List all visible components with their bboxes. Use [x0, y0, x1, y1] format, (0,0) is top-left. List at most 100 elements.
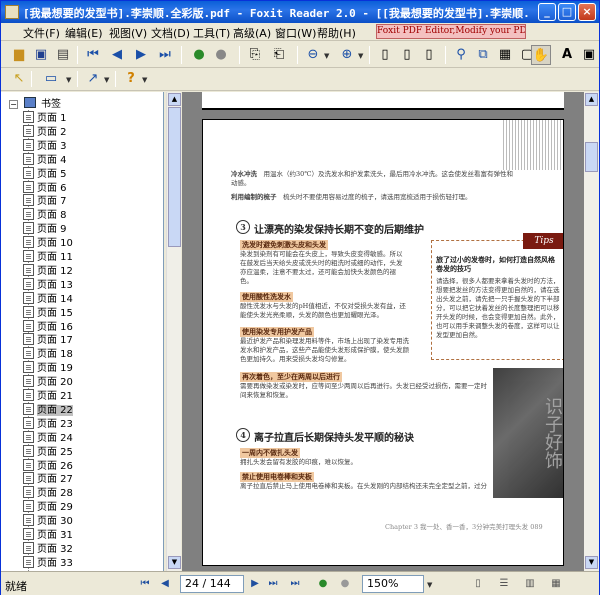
bookmark-item[interactable]: 页面 30 — [23, 512, 73, 527]
bookmark-scrollbar[interactable]: ▲ ▼ — [166, 92, 181, 571]
scroll-up-icon[interactable]: ▲ — [168, 93, 181, 106]
bookmark-item[interactable]: 页面 27 — [23, 470, 73, 485]
bookmark-item[interactable]: 页面 25 — [23, 443, 73, 458]
bookmark-item[interactable]: 页面 18 — [23, 345, 73, 360]
bookmark-item[interactable]: 页面 8 — [23, 206, 67, 221]
zoom-in-icon[interactable]: ⊕ — [337, 45, 357, 65]
bookmark-item[interactable]: 页面 12 — [23, 262, 73, 277]
collapse-icon[interactable]: − — [9, 100, 18, 109]
bookmark-item[interactable]: 页面 3 — [23, 137, 67, 152]
text-select-icon[interactable]: A — [557, 45, 577, 65]
menu-view[interactable]: 视图(V) — [109, 25, 147, 41]
arrow-dropdown-icon[interactable]: ▼ — [104, 76, 109, 84]
bookmark-item[interactable]: 页面 31 — [23, 526, 73, 541]
document-view[interactable]: 冷水冲洗 用温水（约30℃）及洗发水和护发素洗头，最后用冷水冲洗。这会使发丝看富… — [182, 92, 584, 571]
facing-page-icon[interactable]: ▯ — [419, 45, 439, 65]
prev-page-icon[interactable]: ◀ — [107, 45, 127, 65]
find-icon[interactable]: ⚲ — [451, 45, 471, 65]
view-continuous-icon[interactable]: ☰ — [497, 576, 511, 592]
zoom-tool-icon[interactable]: ▣ — [579, 45, 599, 65]
bookmark-item[interactable]: 页面 10 — [23, 234, 73, 249]
bookmark-item[interactable]: 页面 24 — [23, 429, 73, 444]
status-first-page-icon[interactable]: ⏮ — [138, 576, 152, 592]
bookmark-item[interactable]: 页面 19 — [23, 359, 73, 374]
bookmark-item[interactable]: 页面 22 — [23, 401, 73, 416]
bookmark-item[interactable]: 页面 14 — [23, 290, 73, 305]
bookmark-item[interactable]: 页面 21 — [23, 387, 73, 402]
status-last-icon[interactable]: ⏭ — [288, 576, 302, 592]
rotate-left-icon[interactable]: ⎘ — [245, 45, 265, 65]
status-next-page-icon[interactable]: ▶ — [248, 576, 262, 592]
doc-scroll-down-icon[interactable]: ▼ — [585, 556, 598, 569]
arrow-tool-icon[interactable]: ↗ — [83, 69, 103, 89]
rotate-right-icon[interactable]: ⎗ — [269, 45, 289, 65]
menu-help[interactable]: 帮助(H) — [317, 25, 356, 41]
maximize-button[interactable]: □ — [558, 3, 576, 21]
bookmark-item[interactable]: 页面 15 — [23, 304, 73, 319]
bookmark-item[interactable]: 页面 5 — [23, 165, 67, 180]
status-forward-icon[interactable]: ● — [338, 576, 352, 592]
menu-edit[interactable]: 编辑(E) — [65, 25, 103, 41]
doc-scroll-up-icon[interactable]: ▲ — [585, 93, 598, 106]
bookmark-item[interactable]: 页面 11 — [23, 248, 73, 263]
minimize-button[interactable]: _ — [538, 3, 556, 21]
help-dropdown-icon[interactable]: ▼ — [142, 76, 147, 84]
menu-document[interactable]: 文档(D) — [151, 25, 190, 41]
last-page-icon[interactable]: ⏭ — [155, 45, 175, 65]
view-single-icon[interactable]: ▯ — [471, 576, 485, 592]
help-icon[interactable]: ? — [121, 69, 141, 89]
bookmark-item[interactable]: 页面 17 — [23, 331, 73, 346]
form-dropdown-icon[interactable]: ▼ — [66, 76, 71, 84]
document-scrollbar[interactable]: ▲ ▼ — [584, 92, 599, 571]
bookmark-scroll-thumb[interactable] — [168, 107, 181, 247]
bookmark-item[interactable]: 页面 9 — [23, 220, 67, 235]
bookmark-item[interactable]: 页面 1 — [23, 109, 67, 124]
continuous-page-icon[interactable]: ▯ — [397, 45, 417, 65]
print-icon[interactable]: ▤ — [53, 45, 73, 65]
scroll-down-icon[interactable]: ▼ — [168, 556, 181, 569]
title-bar[interactable]: [我最想要的发型书].李崇顺.全彩版.pdf - Foxit Reader 2.… — [1, 1, 599, 23]
zoom-field[interactable]: 150% — [362, 575, 424, 593]
bookmark-item[interactable]: 页面 4 — [23, 151, 67, 166]
view-facing-icon[interactable]: ▥ — [523, 576, 537, 592]
status-last-page-icon[interactable]: ⏭ — [266, 576, 280, 592]
status-prev-page-icon[interactable]: ◀ — [158, 576, 172, 592]
bookmark-item[interactable]: 页面 23 — [23, 415, 73, 430]
save-icon[interactable]: ▣ — [31, 45, 51, 65]
page-number-field[interactable]: 24 / 144 — [180, 575, 244, 593]
bookmark-item[interactable]: 页面 13 — [23, 276, 73, 291]
zoom-out-icon[interactable]: ⊖ — [303, 45, 323, 65]
bookmark-item[interactable]: 页面 2 — [23, 123, 67, 138]
bookmark-item[interactable]: 页面 28 — [23, 484, 73, 499]
open-icon[interactable]: ▆ — [9, 45, 29, 65]
menu-tools[interactable]: 工具(T) — [193, 25, 230, 41]
bookmark-root[interactable]: − 书签 — [9, 95, 61, 110]
form-field-icon[interactable]: ▭ — [37, 69, 65, 89]
zoom-dropdown-icon[interactable]: ▼ — [427, 581, 432, 589]
next-page-icon[interactable]: ▶ — [131, 45, 151, 65]
status-back-icon[interactable]: ● — [316, 576, 330, 592]
bookmark-item[interactable]: 页面 29 — [23, 498, 73, 513]
bookmark-item[interactable]: 页面 16 — [23, 318, 73, 333]
bookmark-item[interactable]: 页面 6 — [23, 179, 67, 194]
promo-banner[interactable]: Foxit PDF Editor,Modify your PDF! — [376, 24, 526, 39]
bookmark-item[interactable]: 页面 33 — [23, 554, 73, 569]
back-icon[interactable]: ● — [189, 45, 209, 65]
zoom-in-dropdown-icon[interactable]: ▼ — [358, 52, 363, 60]
close-button[interactable]: × — [578, 3, 596, 21]
view-cont-facing-icon[interactable]: ▦ — [549, 576, 563, 592]
single-page-icon[interactable]: ▯ — [375, 45, 395, 65]
properties-icon[interactable]: ▦ — [495, 45, 515, 65]
select-cursor-icon[interactable]: ↖ — [9, 69, 29, 89]
menu-window[interactable]: 窗口(W) — [275, 25, 316, 41]
first-page-icon[interactable]: ⏮ — [83, 45, 103, 65]
zoom-out-dropdown-icon[interactable]: ▼ — [324, 52, 329, 60]
bookmark-icon[interactable]: ⧉ — [473, 45, 493, 65]
doc-scroll-thumb[interactable] — [585, 142, 598, 172]
menu-advanced[interactable]: 高级(A) — [233, 25, 271, 41]
forward-icon[interactable]: ● — [211, 45, 231, 65]
bookmark-item[interactable]: 页面 7 — [23, 192, 67, 207]
bookmark-item[interactable]: 页面 26 — [23, 457, 73, 472]
bookmark-item[interactable]: 页面 32 — [23, 540, 73, 555]
hand-tool-icon[interactable]: ✋ — [531, 45, 551, 65]
